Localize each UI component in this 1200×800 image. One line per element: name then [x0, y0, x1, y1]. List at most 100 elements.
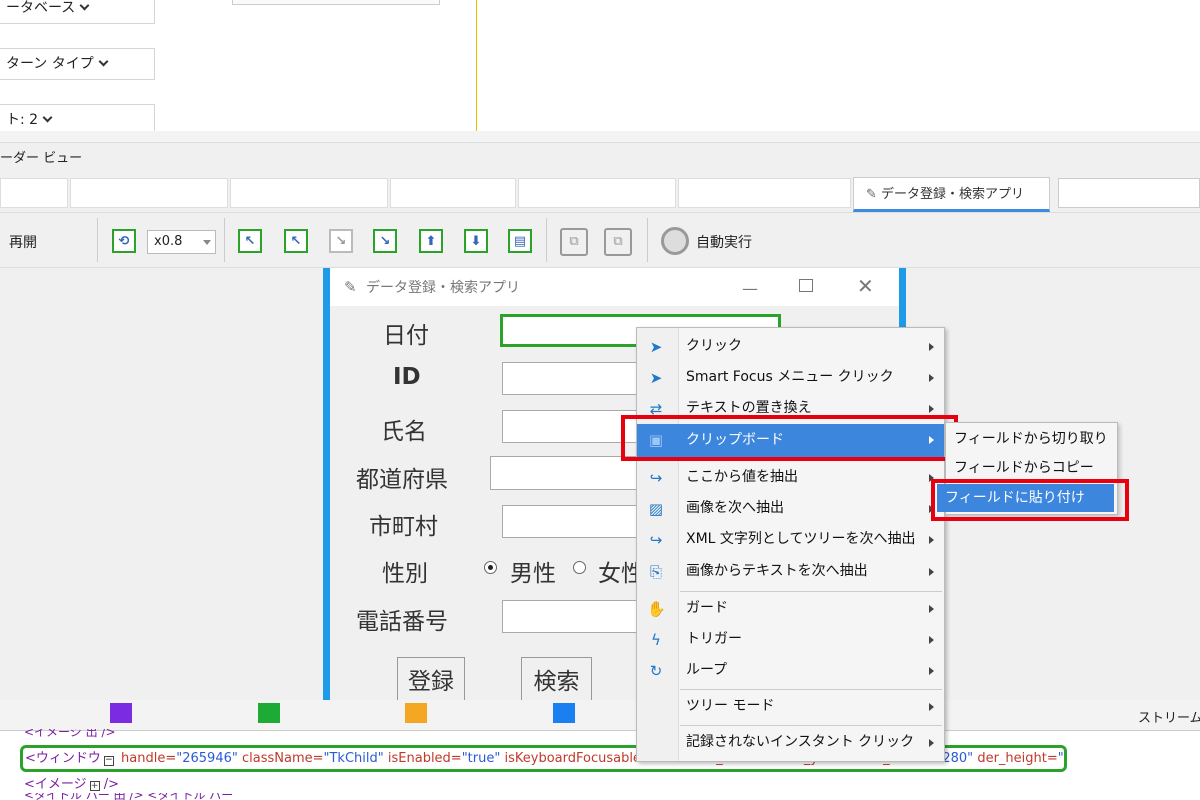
zoom-select[interactable]: x0.8 — [147, 230, 216, 254]
close-icon[interactable]: ✕ — [857, 274, 874, 298]
expand-icon[interactable]: + — [89, 781, 100, 791]
arrow-up-icon[interactable]: ⬆ — [419, 229, 443, 253]
clipboard-icon[interactable]: ▤ — [508, 229, 532, 253]
image-icon: ▨ — [648, 500, 664, 518]
submenu-item-copy[interactable]: フィールドからコピー — [946, 454, 1117, 482]
menu-item-click[interactable]: ➤ クリック — [637, 331, 944, 362]
pattern-type-label: ターン タイプ — [6, 56, 94, 72]
arrow-down-icon[interactable]: ⬇ — [464, 229, 488, 253]
xml-attr: handle= — [121, 751, 177, 766]
gender-female-label: 女性 — [598, 561, 636, 587]
property-panel — [0, 0, 1200, 131]
tab-blank[interactable] — [0, 178, 68, 208]
minimize-icon[interactable]: — — [742, 279, 758, 298]
xml-value: "TkChild" — [323, 751, 384, 766]
menu-item-label: クリック — [686, 338, 742, 354]
label-id: ID — [393, 364, 421, 390]
legend-swatch-orange — [405, 703, 427, 723]
database-label: ータベース — [6, 0, 76, 16]
menu-item-loop[interactable]: ↻ ループ — [637, 655, 944, 686]
city-field[interactable] — [502, 505, 652, 538]
submenu-arrow-icon — [929, 568, 934, 576]
resume-button[interactable]: 再開 — [9, 232, 37, 252]
app-titlebar: データ登録・検索アプリ — [330, 270, 899, 306]
menu-item-extract-value[interactable]: ↪ ここから値を抽出 — [637, 462, 944, 493]
radio-male[interactable] — [484, 561, 497, 574]
chevron-down-icon — [79, 0, 90, 11]
submenu-item-cut[interactable]: フィールドから切り取り — [946, 425, 1117, 453]
stream-label: ストリーム — [1138, 711, 1200, 726]
menu-item-label: トリガー — [686, 631, 742, 647]
panel-separator — [0, 131, 1200, 143]
count-label: ト: 2 — [6, 112, 39, 128]
tab-blank[interactable] — [390, 178, 516, 208]
menu-item-guard[interactable]: ✋ ガード — [637, 593, 944, 624]
window-switch-icon[interactable]: ⧉ — [604, 228, 632, 256]
xml-line-top[interactable]: <イメージ 出 /> — [24, 729, 116, 739]
search-button[interactable]: 検索 — [521, 657, 592, 701]
share-arrow-icon: ↪ — [649, 531, 663, 549]
toolbar-divider — [97, 218, 98, 262]
ocr-icon: ⎘ — [649, 563, 662, 581]
arrow-down-right-icon[interactable]: ↘ — [329, 229, 353, 253]
menu-item-trigger[interactable]: ϟ トリガー — [637, 624, 944, 655]
menu-item-label: ループ — [686, 662, 728, 678]
cursor-arrow-icon: ➤ — [649, 338, 663, 356]
submenu-arrow-icon — [929, 536, 934, 544]
menu-item-extract-xml[interactable]: ↪ XML 文字列としてツリーを次へ抽出 — [637, 524, 944, 555]
label-prefecture: 都道府県 — [356, 467, 448, 493]
id-field[interactable] — [502, 362, 652, 395]
tab-data-app[interactable]: ✎ データ登録・検索アプリ — [853, 177, 1050, 212]
auto-run-label[interactable]: 自動実行 — [696, 232, 752, 252]
collapse-icon[interactable]: − — [103, 756, 114, 766]
register-button[interactable]: 登録 — [397, 657, 465, 701]
xml-value: "33" — [1057, 751, 1064, 766]
legend-swatch-blue — [553, 703, 575, 723]
submenu-arrow-icon — [929, 703, 934, 711]
phone-field[interactable] — [502, 600, 652, 633]
menu-item-smart-focus[interactable]: ➤ Smart Focus メニュー クリック — [637, 362, 944, 393]
lightning-icon: ϟ — [651, 631, 661, 649]
radio-female[interactable] — [573, 561, 586, 574]
tab-blank[interactable] — [1058, 178, 1200, 208]
xml-attr: der_height= — [977, 751, 1058, 766]
record-circle-icon[interactable] — [661, 227, 689, 255]
tab-blank[interactable] — [70, 178, 228, 208]
tab-label: データ登録・検索アプリ — [881, 187, 1025, 202]
xml-tag: <ウィンドウ — [25, 751, 101, 766]
pattern-type-dropdown[interactable]: ターン タイプ — [0, 48, 155, 80]
splitter-line[interactable] — [476, 0, 477, 131]
window-capture-icon[interactable]: ⧉ — [560, 228, 588, 256]
xml-line-bottom[interactable]: <タイトル バー 田 /> <タイトル バー — [24, 793, 233, 800]
menu-item-instant-click[interactable]: 記録されないインスタント クリック — [637, 727, 944, 758]
tab-blank[interactable] — [678, 178, 851, 208]
menu-item-label: ツリー モード — [686, 698, 775, 714]
move-bottom-right-icon[interactable]: ↘ — [373, 229, 397, 253]
xml-line-image[interactable]: <イメージ + /> — [24, 773, 119, 792]
label-gender: 性別 — [382, 561, 428, 587]
move-top-left-icon[interactable]: ↖ — [238, 229, 262, 253]
database-dropdown[interactable]: ータベース — [0, 0, 155, 24]
xml-value: "265946" — [176, 751, 238, 766]
toolbar-divider — [647, 218, 648, 262]
submenu-arrow-icon — [929, 605, 934, 613]
tab-blank[interactable] — [230, 178, 388, 208]
menu-item-extract-image[interactable]: ▨ 画像を次へ抽出 — [637, 493, 944, 524]
maximize-icon[interactable] — [799, 279, 813, 292]
toolbar-divider — [224, 218, 225, 262]
loop-icon: ↻ — [649, 662, 663, 680]
menu-separator — [680, 689, 942, 690]
highlight-box-paste — [931, 479, 1129, 521]
toolbar-divider — [546, 218, 547, 262]
menu-item-tree-mode[interactable]: ツリー モード — [637, 691, 944, 722]
tab-blank[interactable] — [518, 178, 676, 208]
menu-item-label: 画像からテキストを次へ抽出 — [686, 563, 868, 579]
legend-swatch-green — [258, 703, 280, 723]
legend-swatch-purple — [110, 703, 132, 723]
prefecture-field[interactable] — [490, 456, 650, 490]
arrow-up-left-icon[interactable]: ↖ — [284, 229, 308, 253]
submenu-arrow-icon — [929, 636, 934, 644]
menu-item-image-to-text[interactable]: ⎘ 画像からテキストを次へ抽出 — [637, 556, 944, 587]
highlight-icon[interactable]: ⟲ — [112, 229, 136, 253]
reader-view-header: ーダー ビュー — [0, 143, 1200, 175]
